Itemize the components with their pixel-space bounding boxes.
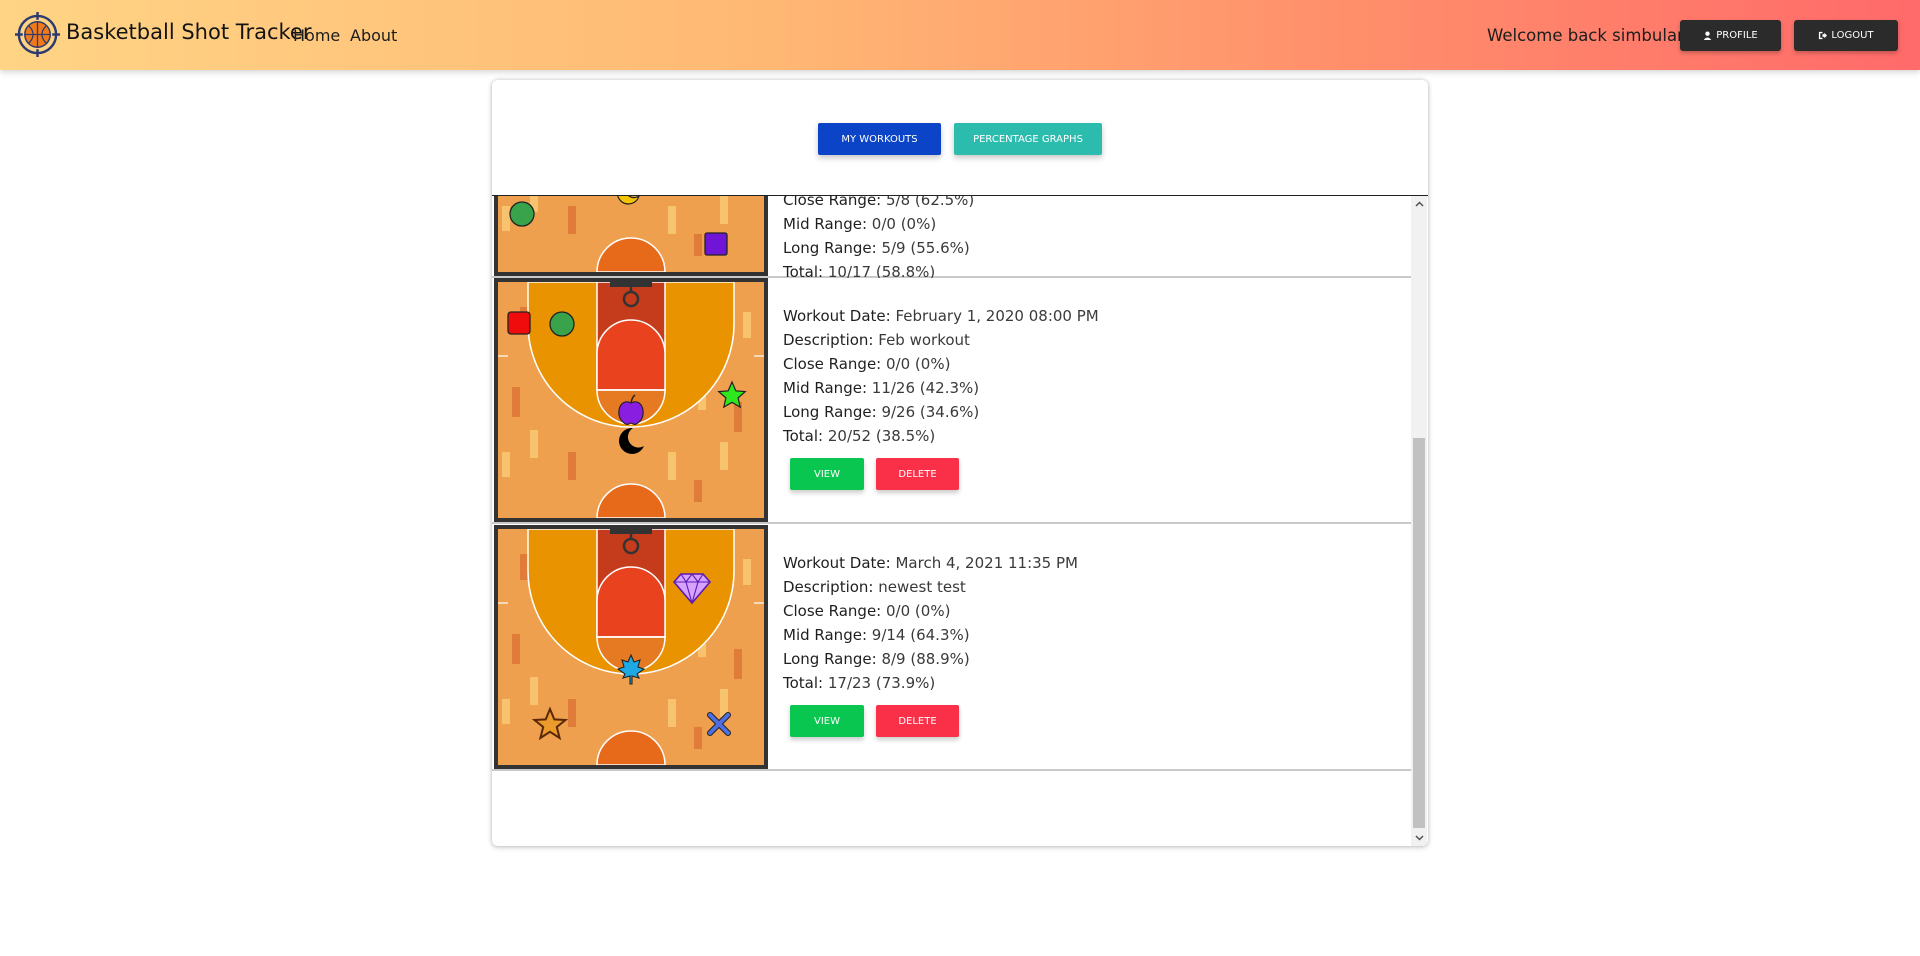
logout-button-label: Logout bbox=[1831, 30, 1874, 41]
long-range-value: 9/26 (34.6%) bbox=[881, 403, 980, 421]
shot-chart[interactable] bbox=[494, 196, 768, 276]
total-label: Total: bbox=[783, 427, 824, 445]
close-range-value: 0/0 (0%) bbox=[886, 355, 951, 373]
welcome-message: Welcome back simbulan.c! bbox=[1487, 26, 1709, 45]
scrollbar-thumb[interactable] bbox=[1413, 438, 1425, 828]
shot-chart[interactable] bbox=[494, 525, 768, 769]
user-icon bbox=[1703, 31, 1712, 40]
logout-button[interactable]: Logout bbox=[1794, 20, 1898, 51]
workout-date-value: March 4, 2021 11:35 PM bbox=[895, 554, 1078, 572]
sign-out-icon bbox=[1819, 31, 1828, 40]
total-label: Total: bbox=[783, 674, 824, 692]
basketball-target-logo-icon[interactable] bbox=[15, 12, 60, 57]
description-label: Description: bbox=[783, 578, 874, 596]
my-workouts-tab[interactable]: My Workouts bbox=[818, 123, 941, 155]
purple-square-icon bbox=[704, 232, 728, 256]
brand-title[interactable]: Basketball Shot Tracker bbox=[66, 20, 311, 44]
long-range-line: Long Range: 5/9 (55.6%) bbox=[783, 236, 974, 260]
workout-row: Workout Date: March 4, 2021 11:35 PM Des… bbox=[492, 525, 1411, 771]
mid-range-line: Mid Range: 0/0 (0%) bbox=[783, 212, 974, 236]
view-button[interactable]: View bbox=[790, 705, 864, 737]
workout-row: Close Range: 5/8 (62.5%) Mid Range: 0/0 … bbox=[492, 196, 1411, 342]
list-scrollbar[interactable] bbox=[1411, 196, 1427, 846]
close-range-line: Close Range: 0/0 (0%) bbox=[783, 352, 1099, 376]
card-header: My Workouts Percentage Graphs bbox=[492, 80, 1428, 196]
long-range-label: Long Range: bbox=[783, 403, 877, 421]
long-range-value: 8/9 (88.9%) bbox=[881, 650, 970, 668]
total-value: 20/52 (38.5%) bbox=[827, 427, 936, 445]
long-range-label: Long Range: bbox=[783, 239, 877, 257]
close-range-label: Close Range: bbox=[783, 355, 882, 373]
close-range-label: Close Range: bbox=[783, 602, 882, 620]
workout-date-label: Workout Date: bbox=[783, 554, 891, 572]
close-range-value: 0/0 (0%) bbox=[886, 602, 951, 620]
workout-list[interactable]: Close Range: 5/8 (62.5%) Mid Range: 0/0 … bbox=[492, 196, 1411, 846]
green-circle-icon bbox=[549, 311, 575, 337]
top-navbar: Basketball Shot Tracker Home About Welco… bbox=[0, 0, 1920, 70]
profile-button-label: Profile bbox=[1716, 30, 1758, 41]
description-label: Description: bbox=[783, 331, 874, 349]
basketball-court bbox=[498, 529, 764, 765]
description-line: Description: newest test bbox=[783, 575, 1078, 599]
close-range-label: Close Range: bbox=[783, 196, 882, 209]
mid-range-line: Mid Range: 9/14 (64.3%) bbox=[783, 623, 1078, 647]
red-square-icon bbox=[507, 311, 531, 335]
mid-range-line: Mid Range: 11/26 (42.3%) bbox=[783, 376, 1099, 400]
mid-range-value: 11/26 (42.3%) bbox=[871, 379, 980, 397]
long-range-value: 5/9 (55.6%) bbox=[881, 239, 970, 257]
workout-details: Workout Date: March 4, 2021 11:35 PM Des… bbox=[783, 551, 1078, 695]
mid-range-label: Mid Range: bbox=[783, 215, 867, 233]
workout-details: Close Range: 5/8 (62.5%) Mid Range: 0/0 … bbox=[783, 196, 974, 284]
mid-range-value: 0/0 (0%) bbox=[871, 215, 937, 233]
workout-date-label: Workout Date: bbox=[783, 307, 891, 325]
workout-date-line: Workout Date: March 4, 2021 11:35 PM bbox=[783, 551, 1078, 575]
percentage-graphs-tab[interactable]: Percentage Graphs bbox=[954, 123, 1102, 155]
workout-date-value: February 1, 2020 08:00 PM bbox=[895, 307, 1099, 325]
description-value: newest test bbox=[878, 578, 966, 596]
close-range-line: Close Range: 5/8 (62.5%) bbox=[783, 196, 974, 212]
delete-button[interactable]: Delete bbox=[876, 705, 959, 737]
delete-button[interactable]: Delete bbox=[876, 458, 959, 490]
mid-range-label: Mid Range: bbox=[783, 379, 867, 397]
workout-row: Workout Date: February 1, 2020 08:00 PM … bbox=[492, 278, 1411, 524]
total-line: Total: 20/52 (38.5%) bbox=[783, 424, 1099, 448]
profile-button[interactable]: Profile bbox=[1680, 20, 1781, 51]
description-line: Description: Feb workout bbox=[783, 328, 1099, 352]
mid-range-label: Mid Range: bbox=[783, 626, 867, 644]
mid-range-value: 9/14 (64.3%) bbox=[871, 626, 970, 644]
long-range-line: Long Range: 8/9 (88.9%) bbox=[783, 647, 1078, 671]
description-value: Feb workout bbox=[878, 331, 970, 349]
workout-details: Workout Date: February 1, 2020 08:00 PM … bbox=[783, 304, 1099, 448]
basketball-court bbox=[498, 282, 764, 518]
green-circle-icon bbox=[509, 201, 535, 227]
scroll-down-arrow-icon[interactable] bbox=[1411, 830, 1427, 846]
nav-about-link[interactable]: About bbox=[350, 26, 397, 45]
view-button[interactable]: View bbox=[790, 458, 864, 490]
nav-home-link[interactable]: Home bbox=[293, 26, 340, 45]
total-value: 17/23 (73.9%) bbox=[827, 674, 936, 692]
close-range-line: Close Range: 0/0 (0%) bbox=[783, 599, 1078, 623]
basketball-court bbox=[498, 196, 764, 272]
long-range-line: Long Range: 9/26 (34.6%) bbox=[783, 400, 1099, 424]
close-range-value: 5/8 (62.5%) bbox=[886, 196, 975, 209]
workouts-card: My Workouts Percentage Graphs Close Rang… bbox=[492, 80, 1428, 846]
long-range-label: Long Range: bbox=[783, 650, 877, 668]
workout-date-line: Workout Date: February 1, 2020 08:00 PM bbox=[783, 304, 1099, 328]
shot-chart[interactable] bbox=[494, 278, 768, 522]
scroll-up-arrow-icon[interactable] bbox=[1411, 196, 1427, 212]
total-line: Total: 17/23 (73.9%) bbox=[783, 671, 1078, 695]
